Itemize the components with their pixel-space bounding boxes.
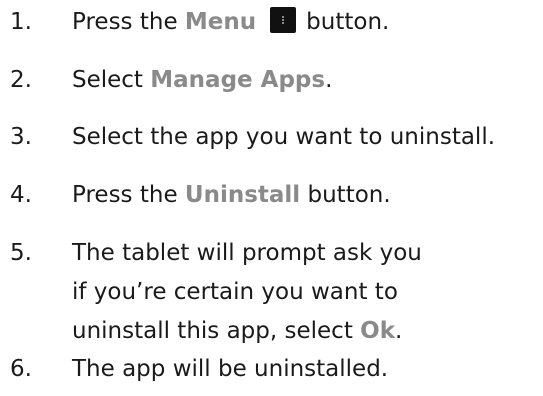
step-text-before: Press the (72, 182, 185, 208)
menu-icon (270, 7, 297, 33)
step-text-before: Press the (72, 9, 185, 35)
step-number: 5. (10, 240, 32, 266)
step-number: 1. (10, 9, 32, 35)
step-number: 6. (10, 356, 32, 382)
step-text: Press the Uninstall button. (72, 179, 391, 212)
uninstall-label: Uninstall (184, 182, 301, 208)
step-text-after: . (325, 67, 333, 93)
step-text-line-3: uninstall this app, select Ok. (72, 315, 422, 348)
step-text-before: uninstall this app, select (72, 318, 361, 344)
manage-apps-label: Manage Apps (150, 67, 326, 93)
menu-label: Menu (184, 9, 257, 35)
step-text: The app will be uninstalled. (72, 356, 389, 382)
menu-dots-icon (282, 16, 285, 24)
ok-label: Ok (360, 318, 396, 344)
step-text-after: button. (300, 182, 391, 208)
step-number: 2. (10, 67, 32, 93)
step-text: The tablet will prompt ask you if you’re… (72, 237, 422, 348)
step-text: Press the Menu button. (72, 6, 389, 39)
step-text: Select Manage Apps. (72, 64, 332, 97)
step-text-line-1: The tablet will prompt ask you (72, 240, 422, 266)
step-text-before: Select (72, 67, 151, 93)
step-text-after: . (395, 318, 403, 344)
step-number: 4. (10, 182, 32, 208)
step-text: Select the app you want to uninstall. (72, 124, 496, 150)
step-text-line-2: if you’re certain you want to (72, 279, 398, 305)
step-number: 3. (10, 124, 32, 150)
step-text-after: button. (306, 9, 390, 35)
